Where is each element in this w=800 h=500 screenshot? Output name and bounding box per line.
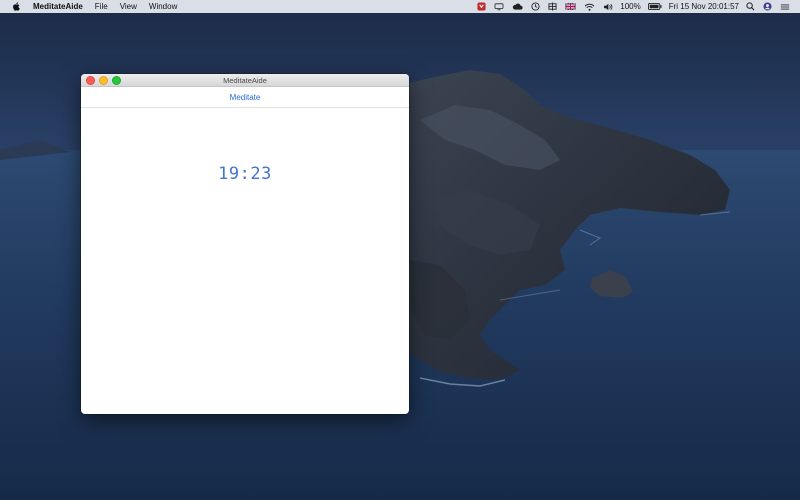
window-controls [86,76,125,85]
menu-file[interactable]: File [89,0,114,13]
apple-logo-icon[interactable] [10,0,22,13]
minimize-window-button[interactable] [99,76,108,85]
shield-app-icon[interactable] [477,0,486,13]
battery-icon[interactable] [647,0,662,13]
uk-flag-icon[interactable] [565,0,577,13]
meditate-view: 19:23 [81,108,409,414]
menu-view[interactable]: View [114,0,143,13]
timer-display: 19:23 [218,164,272,184]
user-avatar-icon[interactable] [763,0,772,13]
tab-meditate[interactable]: Meditate [230,93,261,102]
app-window: MeditateAide Meditate 19:23 [81,74,409,414]
window-title: MeditateAide [223,75,267,85]
time-machine-icon[interactable] [531,0,540,13]
close-window-button[interactable] [86,76,95,85]
wifi-icon[interactable] [584,0,595,13]
desktop: MeditateAide File View Window 100% Fri 1… [0,0,800,500]
menu-clock[interactable]: Fri 15 Nov 20:01:57 [669,0,739,13]
menu-window[interactable]: Window [143,0,183,13]
window-titlebar[interactable]: MeditateAide [81,74,409,87]
cloud-icon[interactable] [512,0,523,13]
control-center-icon[interactable] [780,0,790,13]
zoom-window-button[interactable] [112,76,121,85]
battery-percent[interactable]: 100% [620,0,640,13]
vpn-icon[interactable] [548,0,557,13]
volume-icon[interactable] [603,0,613,13]
menu-bar: MeditateAide File View Window 100% Fri 1… [0,0,800,13]
menu-app-name[interactable]: MeditateAide [30,0,89,13]
display-icon[interactable] [494,0,504,13]
spotlight-search-icon[interactable] [746,0,755,13]
tab-bar: Meditate [81,87,409,108]
